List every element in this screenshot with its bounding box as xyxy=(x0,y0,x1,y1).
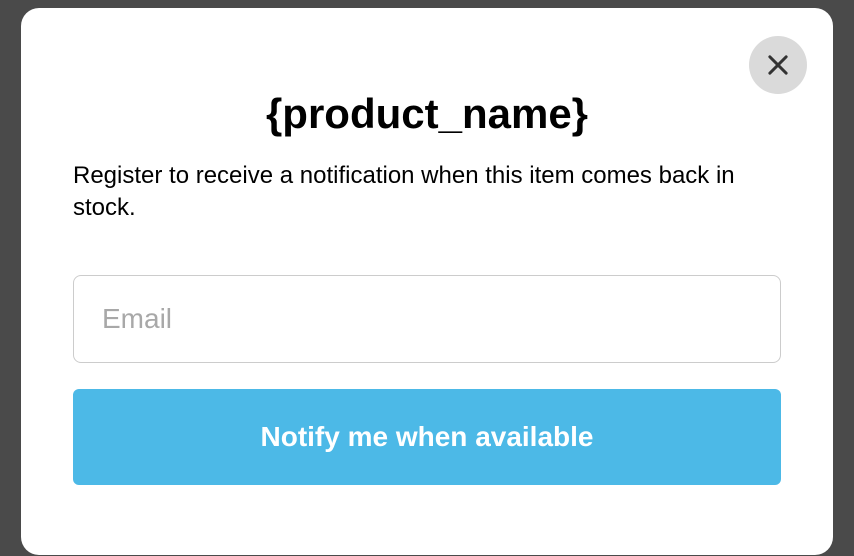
modal-title: {product_name} xyxy=(73,90,781,138)
notify-button[interactable]: Notify me when available xyxy=(73,389,781,485)
modal-description: Register to receive a notification when … xyxy=(73,160,781,225)
close-button[interactable] xyxy=(749,36,807,94)
email-field[interactable] xyxy=(73,275,781,363)
notify-modal: {product_name} Register to receive a not… xyxy=(21,8,833,555)
close-icon xyxy=(764,51,792,79)
